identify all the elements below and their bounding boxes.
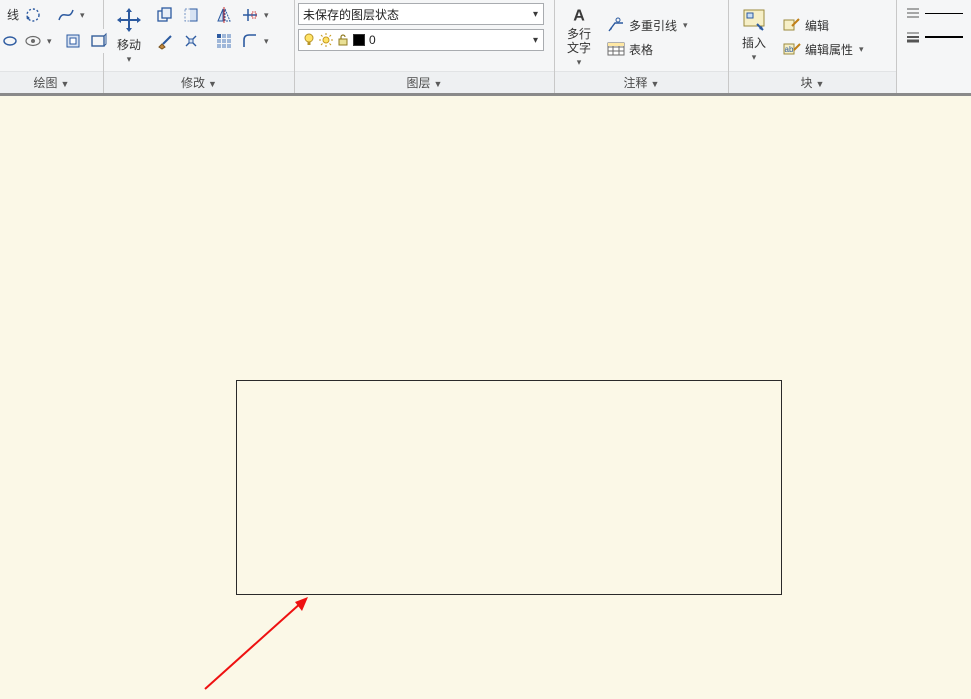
linetype-sample[interactable] bbox=[925, 6, 963, 20]
line-label-partial: 线 bbox=[7, 3, 19, 27]
edit-block-icon bbox=[783, 17, 801, 33]
panel-layer: 未保存的图层状态 ▾ 0 ▾ 图层▼ bbox=[295, 0, 555, 93]
current-layer-combo[interactable]: 0 ▾ bbox=[298, 29, 544, 51]
chevron-down-icon: ▾ bbox=[127, 54, 132, 65]
tool-ellipse-icon[interactable] bbox=[1, 29, 19, 53]
panel-title-modify[interactable]: 修改▼ bbox=[104, 71, 294, 93]
layer-color-swatch bbox=[353, 34, 365, 46]
panel-title-draw[interactable]: 绘图▼ bbox=[0, 71, 103, 93]
panel-title-annot-label: 注释 bbox=[624, 76, 648, 90]
move-button-label: 移动 bbox=[117, 38, 141, 52]
edit-block-label: 编辑 bbox=[805, 17, 829, 34]
sun-icon bbox=[319, 33, 333, 47]
panel-title-annot[interactable]: 注释▼ bbox=[555, 71, 728, 93]
edit-attr-button[interactable]: ab 编辑属性 ▾ bbox=[778, 38, 869, 60]
table-icon bbox=[607, 42, 625, 56]
panel-title-draw-label: 绘图 bbox=[34, 76, 58, 90]
insert-block-icon bbox=[739, 6, 769, 34]
lineweight-icon[interactable] bbox=[903, 27, 923, 47]
chevron-down-icon: ▾ bbox=[683, 20, 688, 31]
move-button[interactable]: 移动 ▾ bbox=[107, 3, 151, 69]
panel-title-modify-label: 修改 bbox=[181, 76, 205, 90]
insert-block-label: 插入 bbox=[742, 36, 766, 50]
table-button-label: 表格 bbox=[629, 41, 653, 58]
chevron-down-icon: ▾ bbox=[752, 52, 757, 63]
tool-brush-icon[interactable] bbox=[153, 29, 177, 53]
mtext-button[interactable]: A 多行 文字 ▾ bbox=[558, 3, 600, 69]
panel-block: 插入 ▾ 编辑 ab 编辑属性 ▾ 块▼ bbox=[729, 0, 897, 93]
ribbon-toolbar: 线 ▾ bbox=[0, 0, 971, 96]
mtext-button-label: 多行 文字 bbox=[567, 27, 591, 55]
chevron-down-icon: ▼ bbox=[651, 79, 660, 89]
chevron-down-icon: ▾ bbox=[859, 44, 864, 55]
tool-stretch-icon[interactable] bbox=[179, 3, 203, 27]
tool-copy-icon[interactable] bbox=[153, 3, 177, 27]
list-icon[interactable] bbox=[903, 3, 923, 23]
layer-state-combo-text: 未保存的图层状态 bbox=[303, 6, 399, 23]
edit-attr-label: 编辑属性 bbox=[805, 41, 853, 58]
mleader-icon bbox=[607, 17, 625, 33]
layer-state-combo[interactable]: 未保存的图层状态 ▾ bbox=[298, 3, 544, 25]
drawn-rectangle[interactable] bbox=[236, 380, 782, 595]
annotation-arrow bbox=[190, 589, 320, 699]
chevron-down-icon: ▼ bbox=[208, 79, 217, 89]
chevron-down-icon: ▾ bbox=[577, 57, 582, 68]
chevron-down-icon: ▾ bbox=[530, 9, 541, 20]
svg-text:A: A bbox=[573, 7, 585, 25]
bulb-on-icon bbox=[303, 33, 315, 47]
drawing-canvas[interactable] bbox=[0, 99, 971, 634]
dropdown-caret-icon[interactable]: ▾ bbox=[47, 36, 52, 47]
mtext-icon: A bbox=[565, 6, 593, 25]
svg-text:ab: ab bbox=[785, 45, 794, 54]
tool-explode-icon[interactable] bbox=[179, 29, 203, 53]
lineweight-sample[interactable] bbox=[925, 30, 963, 44]
mleader-button[interactable]: 多重引线 ▾ bbox=[602, 14, 693, 36]
panel-title-block-label: 块 bbox=[801, 76, 813, 90]
tool-spline-icon[interactable] bbox=[54, 3, 78, 27]
tool-mirror-icon[interactable] bbox=[212, 3, 236, 27]
mleader-button-label: 多重引线 bbox=[629, 17, 677, 34]
dropdown-caret-icon[interactable]: ▾ bbox=[264, 36, 269, 47]
tool-array-icon[interactable] bbox=[212, 29, 236, 53]
panel-title-layer-label: 图层 bbox=[407, 76, 431, 90]
chevron-down-icon: ▼ bbox=[816, 79, 825, 89]
panel-title-block[interactable]: 块▼ bbox=[729, 71, 896, 93]
insert-block-button[interactable]: 插入 ▾ bbox=[732, 3, 776, 69]
panel-modify: 移动 ▾ ▾ ▾ bbox=[104, 0, 295, 93]
move-icon bbox=[114, 6, 144, 36]
tool-trim-icon[interactable] bbox=[238, 3, 262, 27]
tool-fillet-icon[interactable] bbox=[238, 29, 262, 53]
dropdown-caret-icon[interactable]: ▾ bbox=[80, 10, 85, 21]
table-button[interactable]: 表格 bbox=[602, 38, 693, 60]
tool-hide-icon[interactable] bbox=[21, 29, 45, 53]
tool-boundary-icon[interactable] bbox=[87, 29, 111, 53]
tool-region-icon[interactable] bbox=[61, 29, 85, 53]
edit-block-button[interactable]: 编辑 bbox=[778, 14, 869, 36]
panel-title-layer[interactable]: 图层▼ bbox=[295, 71, 554, 93]
lock-open-icon bbox=[337, 33, 349, 47]
dropdown-caret-icon[interactable]: ▾ bbox=[264, 10, 269, 21]
panel-draw: 线 ▾ bbox=[0, 0, 104, 93]
tool-a-icon[interactable] bbox=[21, 3, 45, 27]
current-layer-name: 0 bbox=[369, 33, 376, 47]
chevron-down-icon: ▼ bbox=[61, 79, 70, 89]
chevron-down-icon: ▼ bbox=[434, 79, 443, 89]
edit-attr-icon: ab bbox=[783, 41, 801, 57]
panel-annotation: A 多行 文字 ▾ 多重引线 ▾ 表格 注释▼ bbox=[555, 0, 729, 93]
chevron-down-icon: ▾ bbox=[530, 35, 541, 46]
panel-properties-partial: . bbox=[897, 0, 971, 93]
